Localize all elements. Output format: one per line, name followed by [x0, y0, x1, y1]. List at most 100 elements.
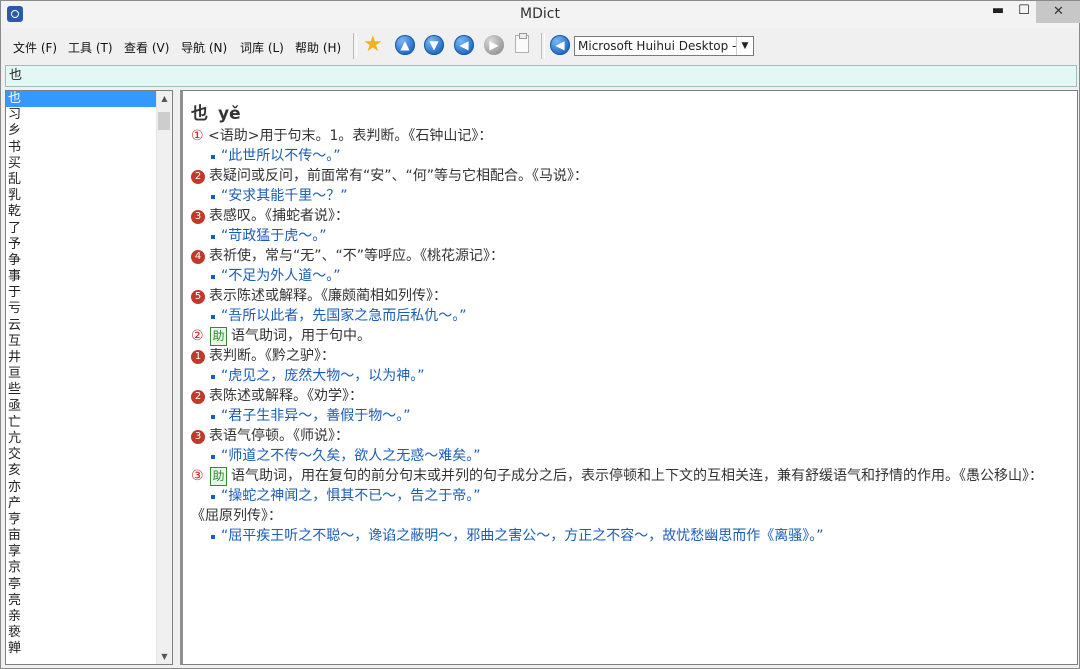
word-list-item[interactable]: 习	[6, 107, 158, 123]
example: “操蛇之神闻之，惧其不已～，告之于帝。”	[191, 486, 1069, 506]
example: “苛政猛于虎～。”	[191, 226, 1069, 246]
word-list-item[interactable]: 享	[6, 544, 158, 560]
forward-icon[interactable]: ▶	[484, 35, 504, 55]
sense-number: ②	[191, 328, 204, 344]
toolbar: 文件 (F) 工具 (T) 查看 (V) 导航 (N) 词库 (L) 帮助 (H…	[1, 29, 1079, 63]
word-list-item[interactable]: 亟	[6, 399, 158, 415]
word-list-item[interactable]: 交	[6, 447, 158, 463]
favorite-star-icon[interactable]: ★	[363, 32, 383, 58]
toolbar-separator	[353, 33, 357, 59]
title-bar: MDict ▬ ☐ ✕	[1, 1, 1080, 28]
scroll-down-icon[interactable]: ▼	[157, 649, 172, 664]
clipboard-icon[interactable]	[515, 33, 529, 53]
example-text: “操蛇之神闻之，惧其不已～，告之于帝。”	[221, 488, 481, 504]
voice-select[interactable]: Microsoft Huihui Desktop - C ▼	[574, 36, 754, 56]
subsense-text: 表感叹。《捕蛇者说》：	[209, 208, 349, 224]
sense-number: ①	[191, 128, 204, 144]
menu-tools[interactable]: 工具 (T)	[68, 39, 113, 56]
word-list-item[interactable]: 亢	[6, 431, 158, 447]
example: “不足为外人道～。”	[191, 266, 1069, 286]
close-button[interactable]: ✕	[1036, 1, 1080, 23]
word-list-scrollbar[interactable]: ▲ ▼	[156, 91, 172, 664]
word-list-item[interactable]: 亭	[6, 577, 158, 593]
word-list-item[interactable]: 事	[6, 269, 158, 285]
minimize-button[interactable]: ▬	[984, 1, 1012, 23]
up-icon[interactable]: ▲	[395, 35, 415, 55]
word-list-item[interactable]: 乾	[6, 204, 158, 220]
word-list-item[interactable]: 亘	[6, 366, 158, 382]
word-list-item[interactable]: 也	[6, 91, 158, 108]
sense: ① <语助>用于句末。1。表判断。《石钟山记》：	[191, 126, 1069, 146]
word-list-item[interactable]: 乡	[6, 123, 158, 139]
subsense: 2 表疑问或反问，前面常有“安”、“何”等与它相配合。《马说》：	[191, 166, 1069, 186]
word-list-item[interactable]: 乱	[6, 172, 158, 188]
word-list-item[interactable]: 互	[6, 334, 158, 350]
chevron-down-icon[interactable]: ▼	[736, 37, 753, 55]
subsense-number: 3	[191, 430, 205, 444]
example-text: “苛政猛于虎～。”	[221, 228, 327, 244]
example: “虎见之，庞然大物～，以为神。”	[191, 366, 1069, 386]
word-list-item[interactable]: 于	[6, 285, 158, 301]
maximize-button[interactable]: ☐	[1010, 1, 1038, 23]
example-text: “虎见之，庞然大物～，以为神。”	[221, 368, 425, 384]
subsense-text: 表示陈述或解释。《廉颇蔺相如列传》：	[209, 288, 447, 304]
example-text: “吾所以此者，先国家之急而后私仇～。”	[221, 308, 467, 324]
example-text: “不足为外人道～。”	[221, 268, 341, 284]
subsense-number: 2	[191, 170, 205, 184]
voice-select-value: Microsoft Huihui Desktop - C	[578, 39, 749, 53]
word-list-item[interactable]: 了	[6, 221, 158, 237]
word-list-item[interactable]: 亩	[6, 528, 158, 544]
example-text: “安求其能千里～？”	[221, 188, 348, 204]
window-title: MDict	[520, 6, 560, 22]
menu-navigate[interactable]: 导航 (N)	[181, 39, 227, 56]
menu-help[interactable]: 帮助 (H)	[295, 39, 341, 56]
word-list-item[interactable]: 云	[6, 318, 158, 334]
speak-icon[interactable]: ◀	[550, 35, 570, 55]
menu-view[interactable]: 查看 (V)	[124, 39, 169, 56]
word-list-item[interactable]: 亨	[6, 512, 158, 528]
word-list-item[interactable]: 产	[6, 496, 158, 512]
word-list-item[interactable]: 井	[6, 350, 158, 366]
search-input[interactable]: 也	[5, 65, 1077, 87]
back-icon[interactable]: ◀	[454, 35, 474, 55]
word-list-item[interactable]: 亥	[6, 463, 158, 479]
menu-library[interactable]: 词库 (L)	[240, 39, 284, 56]
toolbar-separator	[541, 33, 545, 59]
word-list-item[interactable]: 亵	[6, 625, 158, 641]
word-list-item[interactable]: 些	[6, 382, 158, 398]
word-list-item[interactable]: 亸	[6, 641, 158, 657]
word-list-item[interactable]: 亮	[6, 593, 158, 609]
word-list-item[interactable]: 买	[6, 156, 158, 172]
word-list-item[interactable]: 予	[6, 237, 158, 253]
scroll-up-icon[interactable]: ▲	[157, 91, 172, 106]
sense-number: ③	[191, 468, 204, 484]
example-text: “师道之不传～久矣，欲人之无惑～难矣。”	[221, 448, 481, 464]
down-icon[interactable]: ▼	[424, 35, 444, 55]
menu-file[interactable]: 文件 (F)	[13, 39, 57, 56]
scroll-thumb[interactable]	[158, 112, 170, 130]
subsense: 5 表示陈述或解释。《廉颇蔺相如列传》：	[191, 286, 1069, 306]
sense: ③ 助语气助词，用在复句的前分句末或并列的句子成分之后，表示停顿和上下文的互相关…	[191, 466, 1069, 486]
headword-pinyin: yě	[218, 104, 241, 124]
subsense: 3 表感叹。《捕蛇者说》：	[191, 206, 1069, 226]
sense: ② 助语气助词，用于句中。	[191, 326, 1069, 346]
word-list-item[interactable]: 亡	[6, 415, 158, 431]
subsense-text: 表疑问或反问，前面常有“安”、“何”等与它相配合。《马说》：	[209, 168, 589, 184]
example: “师道之不传～久矣，欲人之无惑～难矣。”	[191, 446, 1069, 466]
word-list-item[interactable]: 乳	[6, 188, 158, 204]
subsense-text: 表祈使，常与“无”、“不”等呼应。《桃花源记》：	[209, 248, 505, 264]
subsense-text: 表判断。《黔之驴》：	[209, 348, 335, 364]
subsense-text: 表语气停顿。《师说》：	[209, 428, 349, 444]
word-list-item[interactable]: 书	[6, 140, 158, 156]
word-list-item[interactable]: 亲	[6, 609, 158, 625]
word-list-item[interactable]: 京	[6, 560, 158, 576]
sense-text: 语气助词，用于句中。	[231, 328, 372, 344]
word-list[interactable]: 也习乡书买乱乳乾了予争事于亏云互井亘些亟亡亢交亥亦产亨亩享京亭亮亲亵亸 ▲ ▼	[5, 90, 173, 665]
example-text: “君子生非异～，善假于物～。”	[221, 408, 411, 424]
subsense: 2 表陈述或解释。《劝学》：	[191, 386, 1069, 406]
word-list-item[interactable]: 亏	[6, 301, 158, 317]
word-list-item[interactable]: 争	[6, 253, 158, 269]
word-list-item[interactable]: 亦	[6, 480, 158, 496]
subsense-number: 1	[191, 350, 205, 364]
subsense: 1 表判断。《黔之驴》：	[191, 346, 1069, 366]
